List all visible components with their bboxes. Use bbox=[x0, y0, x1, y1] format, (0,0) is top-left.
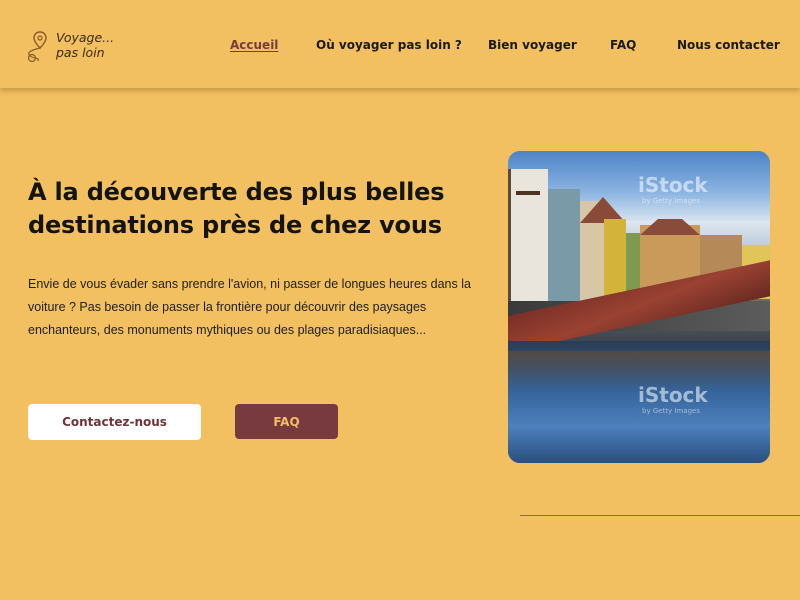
watermark-credit: by Getty Images bbox=[642, 407, 700, 415]
main-nav: Accueil Où voyager pas loin ? Bien voyag… bbox=[0, 38, 800, 58]
nav-item-bien-voyager[interactable]: Bien voyager bbox=[488, 38, 577, 52]
contact-button[interactable]: Contactez-nous bbox=[28, 404, 201, 440]
hero-photo: iStock by Getty Images iStock by Getty I… bbox=[508, 151, 770, 463]
watermark-brand: iStock bbox=[638, 173, 708, 197]
faq-button[interactable]: FAQ bbox=[235, 404, 338, 439]
photo-house bbox=[548, 189, 580, 319]
nav-item-nous-contacter[interactable]: Nous contacter bbox=[677, 38, 780, 52]
nav-item-accueil[interactable]: Accueil bbox=[230, 38, 278, 52]
nav-item-faq[interactable]: FAQ bbox=[610, 38, 636, 52]
hero-title: À la découverte des plus belles destinat… bbox=[28, 178, 445, 239]
nav-item-ou-voyager[interactable]: Où voyager pas loin ? bbox=[316, 38, 462, 52]
section-divider bbox=[520, 515, 800, 516]
watermark-credit: by Getty Images bbox=[642, 197, 700, 205]
photo-roof bbox=[640, 219, 700, 235]
photo-timber bbox=[516, 191, 540, 195]
hero-description: Envie de vous évader sans prendre l'avio… bbox=[28, 277, 471, 337]
site-header: Voyage... pas loin Accueil Où voyager pa… bbox=[0, 0, 800, 88]
watermark-brand: iStock bbox=[638, 383, 708, 407]
